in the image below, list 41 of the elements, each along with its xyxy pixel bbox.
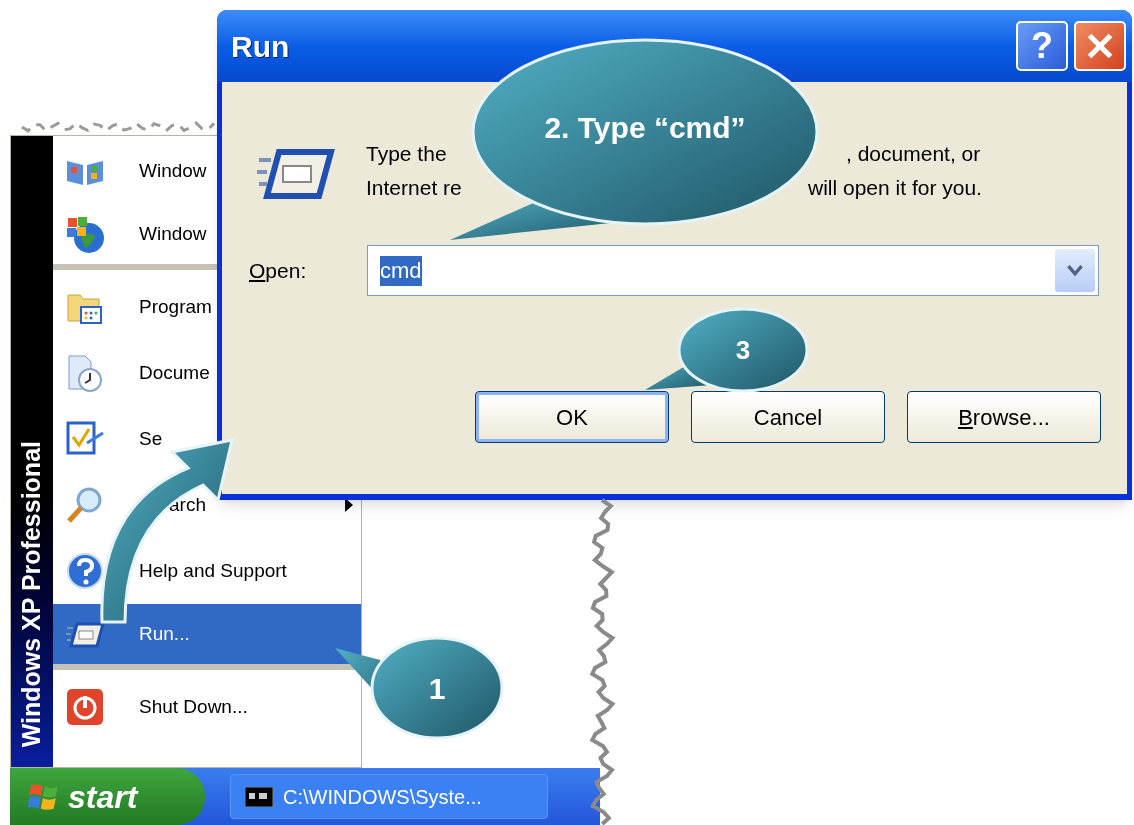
menu-item-label: Help and Support	[139, 558, 287, 583]
description-text: Internet re	[366, 175, 462, 201]
menu-item-label: Docume	[139, 360, 210, 385]
menu-item-label: Se	[139, 426, 163, 451]
dialog-button[interactable]: Browse...	[907, 391, 1101, 443]
open-value: cmd	[380, 255, 422, 286]
close-button[interactable]	[1074, 21, 1126, 71]
menu-item[interactable]: Docume	[53, 340, 361, 406]
menu-item-label: Shut Down...	[139, 694, 248, 719]
power-icon	[65, 687, 105, 727]
menu-item-label: Window	[139, 221, 207, 246]
menu-item[interactable]: Help and Support	[53, 538, 361, 604]
open-combo-box[interactable]: cmd	[367, 245, 1099, 296]
callout-text: 3	[735, 333, 751, 367]
submenu-arrow-icon	[345, 498, 353, 512]
dialog-button[interactable]: OK	[475, 391, 669, 443]
help-button[interactable]: ?	[1016, 21, 1068, 71]
dropdown-button[interactable]	[1055, 249, 1095, 292]
start-button[interactable]: start	[10, 768, 205, 825]
callout-text: 2. Type “cmd”	[544, 109, 746, 146]
banner-text: Windows XP Professional	[16, 440, 47, 747]
window-title: Run	[231, 28, 290, 65]
menu-item[interactable]: Run...	[53, 604, 361, 670]
menu-item-label: Window	[139, 158, 207, 183]
menu-item[interactable]: Shut Down...	[53, 674, 361, 740]
close-icon	[1085, 31, 1115, 61]
callout-text: 1	[428, 670, 446, 707]
menu-item-label: Run...	[139, 621, 190, 646]
menu-item[interactable]: Window	[53, 138, 361, 204]
menu-item-label: Program	[139, 294, 212, 319]
description-text: Type the	[366, 141, 447, 167]
taskbar-button[interactable]: C:\WINDOWS\Syste...	[230, 774, 548, 819]
description-text: will open it for you.	[808, 175, 982, 201]
chevron-down-icon	[1067, 265, 1083, 276]
document-clock-icon	[65, 353, 105, 393]
menu-item[interactable]: Se	[53, 406, 361, 472]
description-text: , document, or	[846, 141, 981, 167]
help-icon	[65, 551, 105, 591]
command-prompt-icon	[245, 786, 273, 807]
globe-icon	[65, 214, 105, 254]
dialog-button[interactable]: Cancel	[691, 391, 885, 443]
